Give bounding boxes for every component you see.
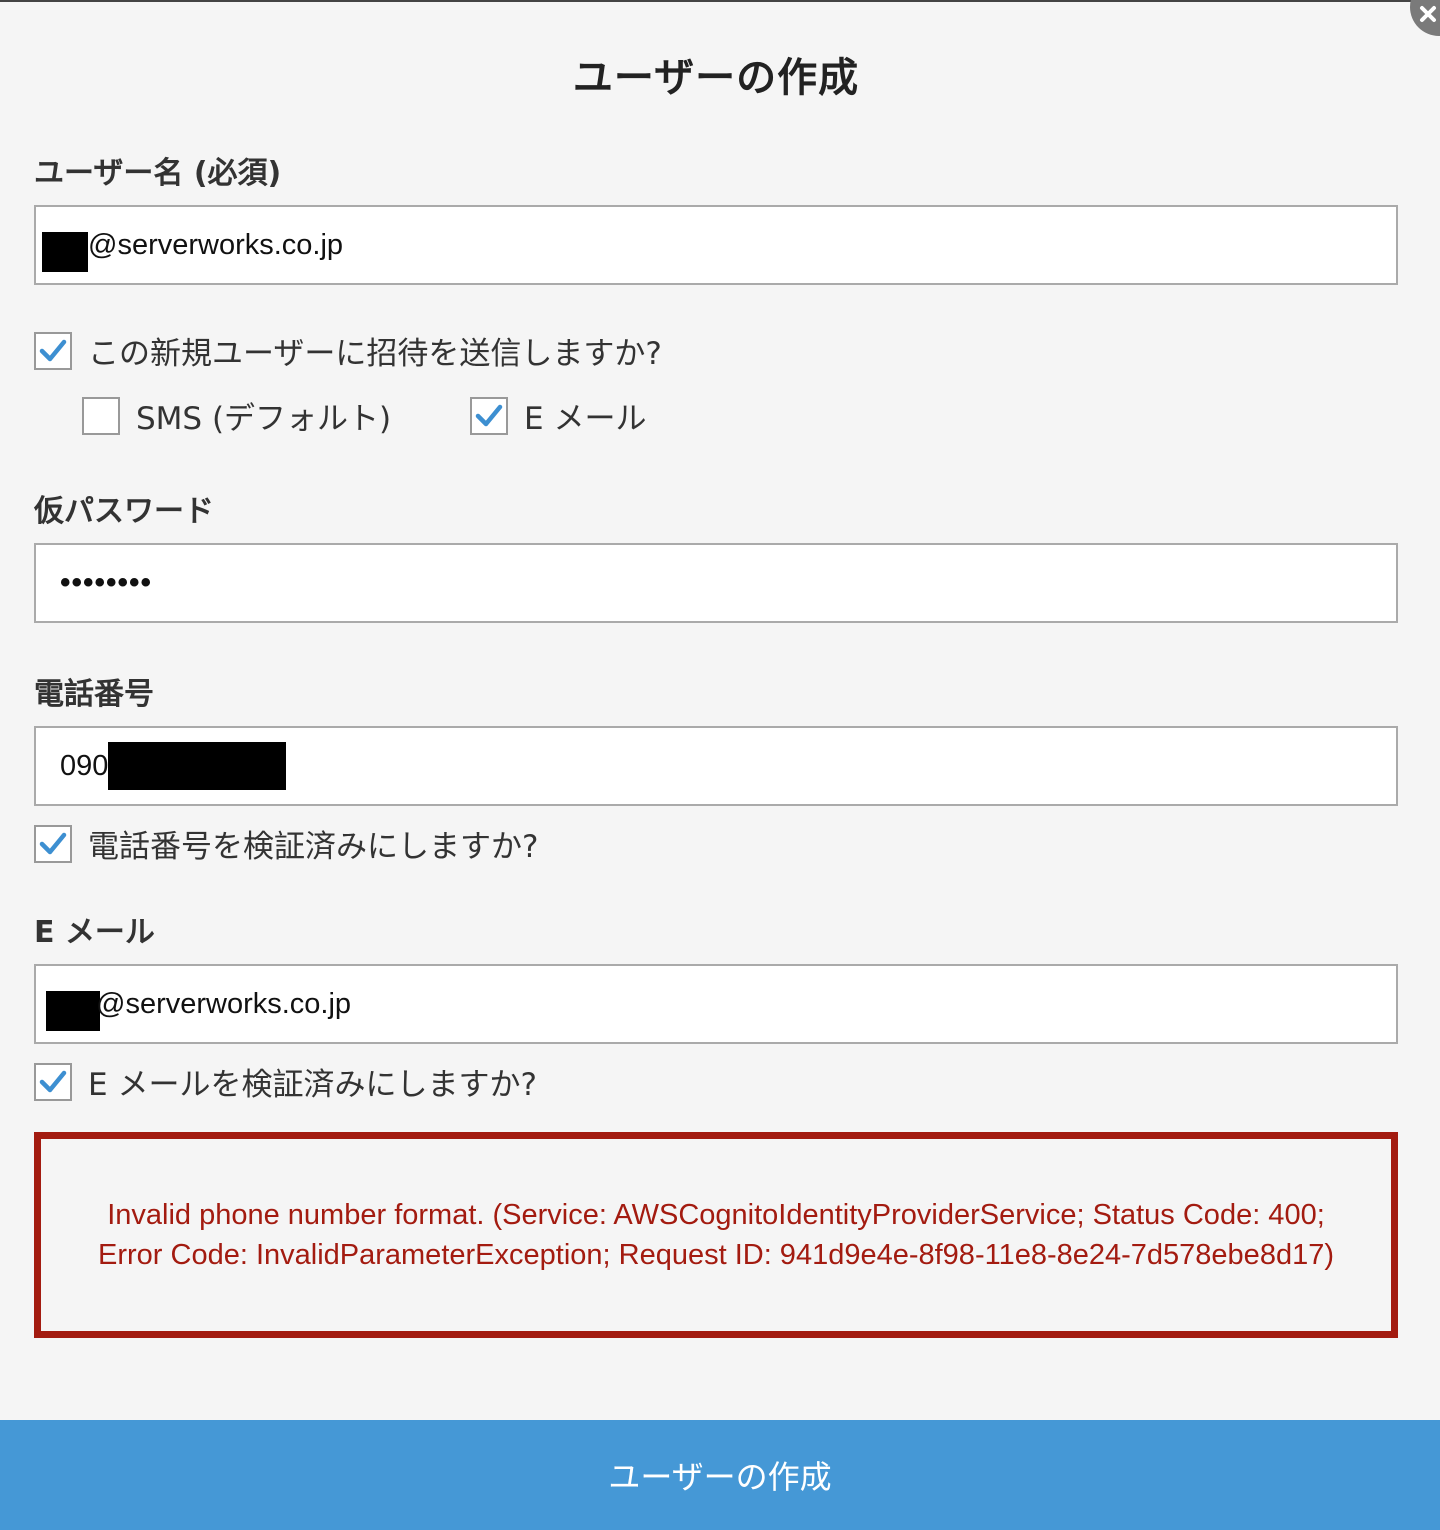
- email-label: E メール: [34, 915, 155, 950]
- username-field[interactable]: @serverworks.co.jp: [34, 205, 1398, 285]
- phone-label: 電話番号: [34, 677, 154, 712]
- invite-checkbox[interactable]: [34, 331, 72, 370]
- dialog-top-border: [0, 0, 1420, 2]
- close-button[interactable]: [1410, 0, 1440, 36]
- email-invite-checkbox-row[interactable]: E メール: [470, 393, 646, 438]
- email-verify-label: E メールを検証済みにしますか?: [88, 1067, 537, 1103]
- invite-checkbox-row[interactable]: この新規ユーザーに招待を送信しますか?: [34, 328, 662, 373]
- username-label: ユーザー名 (必須): [34, 156, 282, 191]
- checkmark-icon: [475, 404, 503, 426]
- redaction-box: [46, 991, 100, 1031]
- close-icon: [1420, 6, 1436, 22]
- sms-checkbox[interactable]: [82, 396, 120, 435]
- checkmark-icon: [39, 1070, 67, 1092]
- phone-verify-checkbox-row[interactable]: 電話番号を検証済みにしますか?: [34, 821, 538, 866]
- email-verify-checkbox-row[interactable]: E メールを検証済みにしますか?: [34, 1059, 537, 1104]
- redaction-box: [42, 232, 88, 272]
- redaction-box: [108, 742, 287, 790]
- checkmark-icon: [39, 832, 67, 854]
- username-value: @serverworks.co.jp: [88, 228, 344, 261]
- error-message: Invalid phone number format. (Service: A…: [98, 1199, 1334, 1271]
- phone-value: 090: [60, 749, 109, 782]
- email-field[interactable]: @serverworks.co.jp: [34, 964, 1398, 1044]
- email-value: @serverworks.co.jp: [96, 987, 352, 1020]
- temp-password-label: 仮パスワード: [34, 494, 214, 529]
- phone-field[interactable]: 090: [34, 726, 1398, 806]
- email-verify-checkbox[interactable]: [34, 1062, 72, 1101]
- error-message-box: Invalid phone number format. (Service: A…: [34, 1132, 1398, 1338]
- email-invite-checkbox[interactable]: [470, 396, 508, 435]
- temp-password-field[interactable]: ••••••••: [34, 543, 1398, 623]
- create-user-button[interactable]: ユーザーの作成: [0, 1420, 1440, 1530]
- checkmark-icon: [39, 339, 67, 361]
- create-user-dialog: ユーザーの作成 ユーザー名 (必須) @serverworks.co.jp この…: [0, 0, 1440, 1530]
- phone-verify-checkbox[interactable]: [34, 824, 72, 863]
- email-invite-label: E メール: [524, 401, 647, 437]
- invite-label: この新規ユーザーに招待を送信しますか?: [88, 336, 662, 372]
- temp-password-value: ••••••••: [60, 566, 153, 599]
- sms-label: SMS (デフォルト): [136, 401, 392, 437]
- dialog-title: ユーザーの作成: [572, 55, 860, 101]
- phone-verify-label: 電話番号を検証済みにしますか?: [88, 829, 539, 865]
- sms-checkbox-row[interactable]: SMS (デフォルト): [82, 393, 391, 438]
